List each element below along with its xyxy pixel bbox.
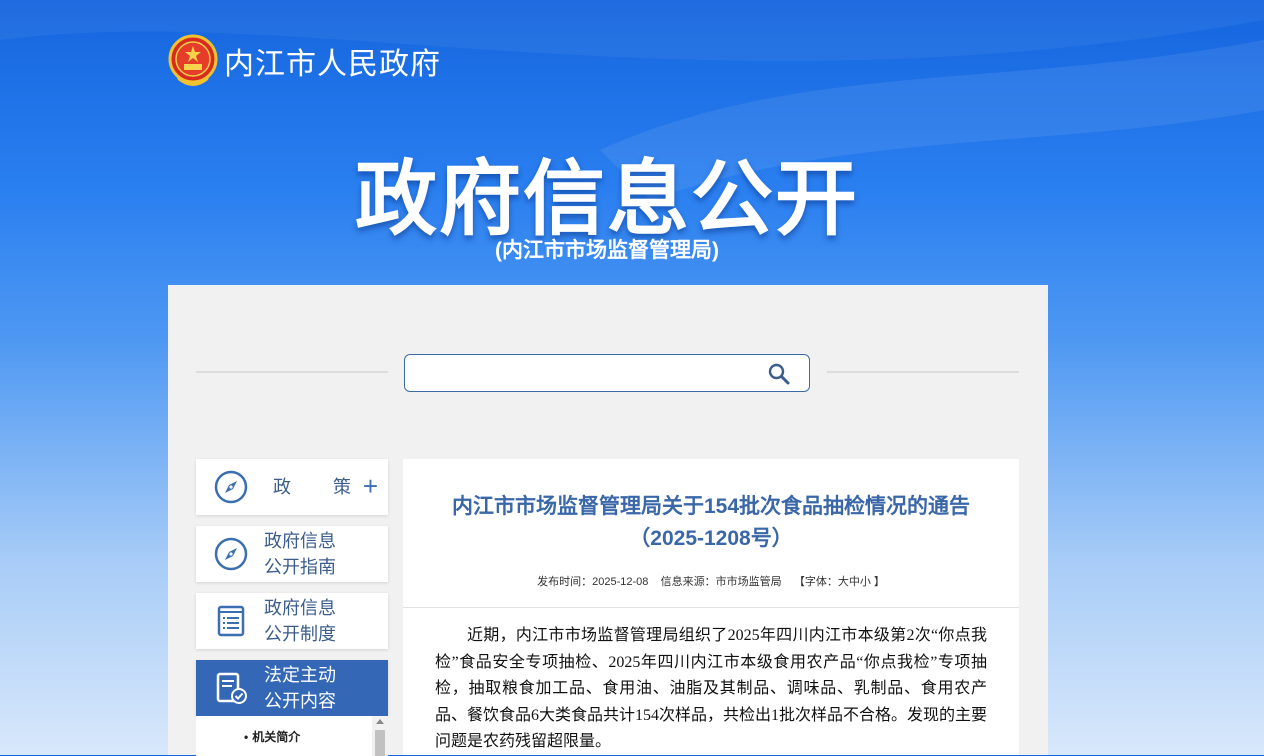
main-panel: 政策 + 政府信息 公开指南 政府信息 公开制度 法定主动 公开内容 • 机关简… (168, 285, 1048, 756)
sidebar-item-disclosure-system[interactable]: 政府信息 公开制度 (196, 593, 388, 649)
sidebar-item-statutory-disclosure[interactable]: 法定主动 公开内容 (196, 660, 388, 716)
article-title: 内江市市场监督管理局关于154批次食品抽检情况的通告 （2025-1208号） (423, 491, 999, 555)
scrollbar[interactable] (372, 716, 388, 756)
scroll-up-arrow-icon[interactable] (376, 719, 384, 724)
article-body: 近期，内江市市场监督管理局组织了2025年四川内江市本级第2次“你点我检”食品安… (435, 627, 988, 750)
font-size-prefix: 【字体： (793, 576, 838, 588)
article-divider (403, 607, 1019, 608)
article-title-line: 内江市市场监督管理局关于154批次食品抽检情况的通告 (451, 495, 971, 518)
plus-icon[interactable]: + (363, 473, 378, 499)
sidebar-item-label: 政策 (273, 477, 351, 497)
info-source: 信息来源：市市场监管局 (660, 576, 782, 588)
article-title-number: （2025-1208号） (629, 527, 793, 550)
font-size-large-link[interactable]: 大 (838, 576, 849, 588)
sidebar-item-label: 政府信息 公开制度 (264, 598, 336, 644)
search-box (404, 354, 810, 392)
department-subtitle: (内江市市场监督管理局) (495, 239, 719, 262)
article-panel: 内江市市场监督管理局关于154批次食品抽检情况的通告 （2025-1208号） … (403, 459, 1019, 755)
sidebar-item-label: 政府信息 公开指南 (264, 531, 336, 577)
publish-date: 发布时间：2025-12-08 (537, 576, 649, 588)
site-header: 内江市人民政府 (168, 34, 441, 88)
sidebar: 政策 + 政府信息 公开指南 政府信息 公开制度 法定主动 公开内容 • 机关简… (196, 459, 388, 756)
document-check-icon (216, 672, 247, 704)
compass-icon (214, 470, 248, 504)
sidebar-sub-list: 机关简介 (196, 716, 388, 756)
national-emblem-icon[interactable] (168, 34, 218, 88)
search-input[interactable] (415, 355, 759, 391)
scroll-thumb[interactable] (375, 730, 385, 756)
font-size-medium-link[interactable]: 中 (849, 576, 860, 588)
search-icon[interactable] (767, 362, 791, 386)
sub-item-agency-profile[interactable]: 机关简介 (244, 728, 300, 745)
article-meta: 发布时间：2025-12-08 信息来源：市市场监管局 【字体：大中小 】 (403, 573, 1019, 589)
font-size-suffix: 】 (873, 576, 885, 588)
compass-icon (214, 537, 248, 571)
document-list-icon (217, 605, 245, 637)
search-divider-left (196, 371, 388, 373)
sidebar-item-label: 法定主动 公开内容 (264, 665, 336, 711)
sidebar-item-policy[interactable]: 政策 + (196, 459, 388, 515)
sidebar-item-disclosure-guide[interactable]: 政府信息 公开指南 (196, 526, 388, 582)
font-size-small-link[interactable]: 小 (860, 576, 871, 588)
search-divider-right (827, 371, 1019, 373)
site-name[interactable]: 内江市人民政府 (224, 39, 441, 83)
